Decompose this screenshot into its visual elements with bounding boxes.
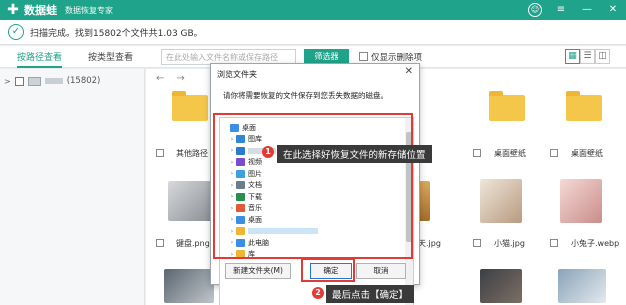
step1-note: 在此选择好恢复文件的新存储位置: [277, 145, 432, 163]
step2-badge: 2: [312, 287, 324, 299]
step1-highlight-box: [213, 113, 413, 259]
image-thumbnail[interactable]: [164, 269, 214, 303]
window-controls: ☺ ≡ — ✕: [528, 3, 620, 17]
tab-by-type[interactable]: 按类型查看: [88, 50, 133, 66]
tree-root-row[interactable]: > (15802): [4, 76, 100, 86]
grid-view-icon[interactable]: ▦: [565, 49, 580, 64]
item-name: 桌面壁纸: [571, 149, 603, 158]
detail-view-icon[interactable]: ◫: [595, 49, 610, 64]
dialog-title: 浏览文件夹: [217, 70, 257, 79]
kitten-thumbnail[interactable]: [480, 179, 522, 223]
item-name: 键盘.png: [176, 239, 210, 248]
show-deleted-checkbox[interactable]: [359, 52, 368, 61]
check-circle-icon: ✓: [8, 24, 24, 40]
item-checkbox[interactable]: [156, 149, 164, 157]
item-name: 其他路径: [176, 149, 208, 158]
back-arrow-icon[interactable]: ←: [156, 73, 164, 84]
view-mode-buttons: ▦ ☰ ◫: [565, 49, 610, 64]
new-folder-button[interactable]: 新建文件夹(M): [225, 263, 291, 279]
app-subtitle: 数据恢复专家: [65, 5, 113, 15]
keyboard-thumbnail[interactable]: [168, 181, 212, 221]
item-name: 天.jpg: [418, 239, 441, 248]
close-icon[interactable]: ✕: [606, 3, 620, 17]
path-tree-sidebar: > (15802): [0, 69, 145, 305]
app-logo: ✚ 数据蛙 数据恢复专家: [6, 2, 113, 18]
dialog-description: 请你将需要恢复的文件保存到您丢失数据的磁盘。: [223, 91, 388, 100]
folder-icon: [489, 91, 525, 121]
folder-icon: [566, 91, 602, 121]
item-name: 桌面壁纸: [494, 149, 526, 158]
item-checkbox[interactable]: [473, 239, 481, 247]
app-name: 数据蛙: [24, 4, 57, 17]
folder-thumbnail[interactable]: [489, 91, 525, 121]
menu-icon[interactable]: ≡: [554, 3, 568, 17]
nav-row: ← →: [156, 73, 185, 84]
item-checkbox[interactable]: [156, 239, 164, 247]
item-name: 小猫.jpg: [494, 239, 525, 248]
drive-name-redacted: [44, 78, 63, 84]
item-checkbox[interactable]: [550, 149, 558, 157]
image-thumbnail[interactable]: [480, 269, 522, 303]
step1-badge: 1: [262, 146, 274, 158]
minimize-icon[interactable]: —: [580, 3, 594, 17]
item-checkbox[interactable]: [473, 149, 481, 157]
bunny-thumbnail[interactable]: [560, 179, 602, 223]
user-icon[interactable]: ☺: [528, 3, 542, 17]
expand-arrow-icon[interactable]: >: [4, 77, 11, 86]
tab-by-path[interactable]: 按路径查看: [17, 50, 63, 68]
list-view-icon[interactable]: ☰: [580, 49, 595, 64]
scan-status-bar: ✓ 扫描完成。找到15802个文件共1.03 GB。: [0, 20, 626, 45]
folder-thumbnail[interactable]: [566, 91, 602, 121]
title-bar: ✚ 数据蛙 数据恢复专家 ☺ ≡ — ✕: [0, 0, 626, 20]
item-name: 小兔子.webp: [571, 239, 620, 248]
tree-root-count: (15802): [66, 76, 101, 86]
drive-icon: [27, 76, 41, 86]
forward-arrow-icon[interactable]: →: [176, 73, 184, 84]
tree-root-checkbox[interactable]: [14, 76, 24, 86]
folder-thumbnail[interactable]: [172, 91, 208, 121]
image-thumbnail[interactable]: [558, 269, 606, 303]
item-checkbox[interactable]: [550, 239, 558, 247]
folder-icon: [172, 91, 208, 121]
dialog-close-icon[interactable]: ✕: [405, 66, 413, 77]
show-deleted-label: 仅显示删除项: [371, 53, 423, 63]
scan-status-text: 扫描完成。找到15802个文件共1.03 GB。: [30, 28, 203, 39]
cancel-button[interactable]: 取消: [356, 263, 406, 279]
step2-note: 最后点击【确定】: [326, 285, 415, 303]
frog-logo-icon: ✚: [7, 2, 19, 18]
step2-highlight-box: [301, 258, 355, 282]
